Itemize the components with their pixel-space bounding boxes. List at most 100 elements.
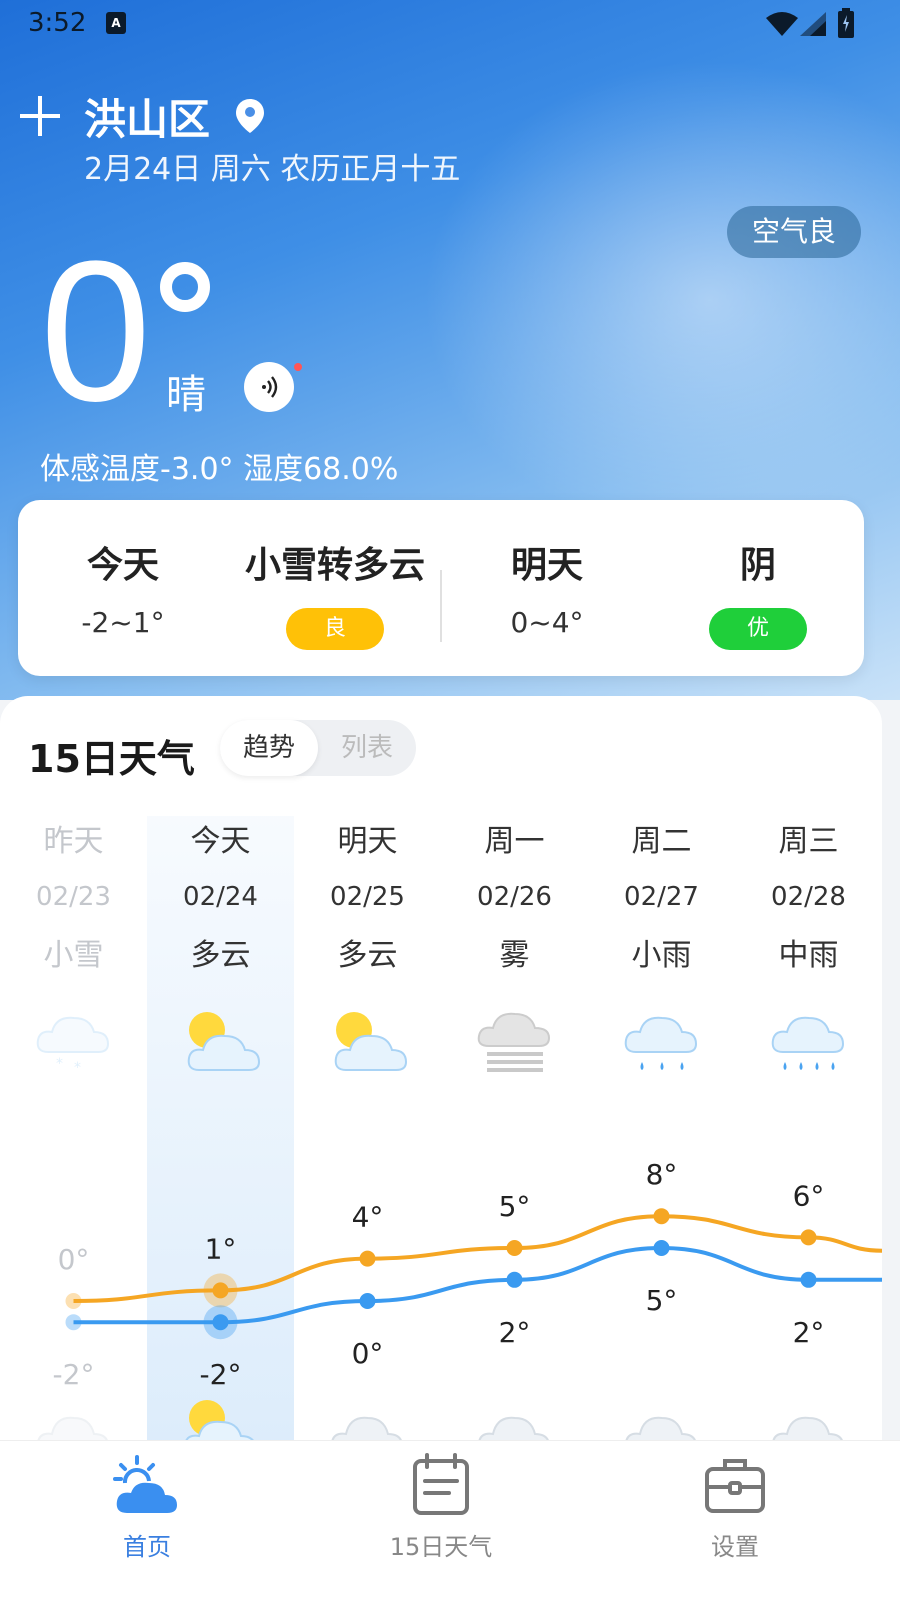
tomorrow-range: 0~4° [510, 606, 584, 639]
high-temp-point [506, 1240, 523, 1256]
tab-home-label: 首页 [123, 1533, 171, 1561]
status-bar: 3:52 A [0, 0, 900, 48]
low-temp-point [506, 1271, 523, 1288]
day-condition: 多云 [337, 938, 398, 973]
snow-icon: * * [34, 1004, 114, 1076]
high-temp-label: 0° [58, 1243, 90, 1276]
today-tomorrow-card: 今天 -2~1° 小雪转多云 良 明天 0~4° 阴 优 [18, 500, 864, 676]
today-condition: 小雪转多云 [244, 545, 425, 586]
high-temp-label: 5° [499, 1190, 531, 1223]
trend-toggle[interactable]: 趋势 [220, 720, 318, 776]
high-temp-label: 6° [793, 1179, 825, 1212]
location-row: 洪山区 [20, 86, 265, 147]
cloud-icon [769, 1396, 849, 1440]
bottom-tab-bar: 首页 15日天气 设置 [0, 1440, 900, 1600]
location-pin-icon [236, 99, 265, 133]
low-temp-line [73, 1245, 882, 1325]
current-condition: 晴 [166, 372, 206, 418]
fog-icon [475, 1004, 555, 1076]
today-condition-block: 小雪转多云 良 [240, 536, 430, 650]
forecast-day-column[interactable]: 周二 02/27 小雨 [588, 816, 735, 1076]
day-name: 今天 [190, 824, 251, 859]
high-temp-label: 8° [646, 1158, 678, 1191]
summary-divider [440, 570, 442, 642]
tab-home[interactable]: 首页 [47, 1453, 247, 1562]
day-date: 02/24 [183, 882, 258, 912]
cloud-icon [622, 1396, 702, 1440]
tab-15day[interactable]: 15日天气 [341, 1453, 541, 1562]
today-range: -2~1° [81, 606, 165, 639]
toolbox-icon [705, 1459, 765, 1513]
day-name: 周二 [631, 824, 692, 859]
partly-cloudy-icon [181, 1396, 261, 1440]
tomorrow-summary[interactable]: 明天 0~4° [482, 536, 612, 639]
tomorrow-condition: 阴 [739, 545, 776, 586]
cloud-icon [328, 1396, 408, 1440]
list-toggle[interactable]: 列表 [318, 720, 416, 776]
voice-broadcast-button[interactable] [244, 362, 294, 412]
signal-icon [800, 12, 826, 36]
low-temp-point [212, 1314, 229, 1331]
today-aqi-badge: 良 [286, 608, 384, 650]
forecast-day-column[interactable]: 周三 02/28 中雨 [735, 816, 882, 1076]
degree-symbol [160, 262, 210, 312]
tomorrow-label: 明天 [510, 545, 583, 586]
forecast-day-column[interactable]: 明天 02/25 多云 [294, 816, 441, 1076]
today-label: 今天 [86, 545, 159, 586]
notification-dot [294, 363, 302, 371]
battery-icon [838, 8, 854, 38]
day-name: 明天 [337, 824, 398, 859]
forecast-day-column[interactable]: 昨天 02/23 小雪 * * [0, 816, 147, 1076]
partly-cloudy-icon [181, 1004, 261, 1076]
light-rain-icon [622, 1004, 702, 1076]
day-condition: 雾 [499, 938, 530, 973]
keyboard-icon: A [106, 12, 126, 34]
calendar-icon [413, 1453, 469, 1515]
low-temp-label: -2° [53, 1358, 95, 1391]
high-temp-point [65, 1293, 82, 1309]
tomorrow-condition-block: 阴 优 [698, 536, 818, 650]
air-quality-pill[interactable]: 空气良 [727, 206, 861, 258]
low-temp-point [653, 1240, 670, 1256]
day-name: 昨天 [43, 824, 104, 859]
feels-like-humidity: 体感温度-3.0° 湿度68.0% [40, 452, 399, 487]
low-temp-label: -2° [200, 1358, 242, 1391]
current-temp: 0 [40, 220, 152, 443]
day-condition: 小雨 [631, 938, 692, 973]
day-condition: 中雨 [778, 938, 839, 973]
low-temp-label: 5° [646, 1284, 678, 1317]
cloud-icon [34, 1396, 114, 1440]
add-city-icon[interactable] [20, 96, 60, 136]
forecast-day-column[interactable]: 周一 02/26 雾 [441, 816, 588, 1076]
cloud-icon [475, 1396, 555, 1440]
day-date: 02/28 [771, 882, 846, 912]
tomorrow-aqi-badge: 优 [709, 608, 807, 650]
tab-settings[interactable]: 设置 [635, 1453, 835, 1562]
svg-text:*: * [74, 1060, 81, 1076]
moderate-rain-icon [769, 1004, 849, 1076]
low-temp-point [359, 1293, 376, 1309]
high-temp-point [800, 1229, 817, 1246]
today-summary[interactable]: 今天 -2~1° [58, 536, 188, 639]
day-date: 02/27 [624, 882, 699, 912]
low-temp-label: 2° [499, 1316, 531, 1349]
partly-cloudy-icon [328, 1004, 408, 1076]
low-temp-label: 0° [352, 1337, 384, 1370]
status-time: 3:52 [28, 8, 87, 38]
voice-icon [262, 376, 278, 398]
high-temp-label: 4° [352, 1201, 384, 1234]
day-date: 02/25 [330, 882, 405, 912]
day-date: 02/26 [477, 882, 552, 912]
forecast-day-column[interactable]: 今天 02/24 多云 [147, 816, 294, 1076]
high-temp-point [359, 1250, 376, 1267]
forecast-title: 15日天气 [28, 737, 195, 781]
day-name: 周一 [484, 824, 545, 859]
day-date: 02/23 [36, 882, 111, 912]
day-condition: 小雪 [43, 938, 104, 973]
view-toggle: 趋势 列表 [220, 720, 416, 776]
high-temp-line [73, 1214, 882, 1303]
city-name[interactable]: 洪山区 [84, 86, 210, 147]
date-line: 2月24日 周六 农历正月十五 [84, 152, 461, 187]
low-temp-point [800, 1271, 817, 1288]
low-temp-label: 2° [793, 1316, 825, 1349]
